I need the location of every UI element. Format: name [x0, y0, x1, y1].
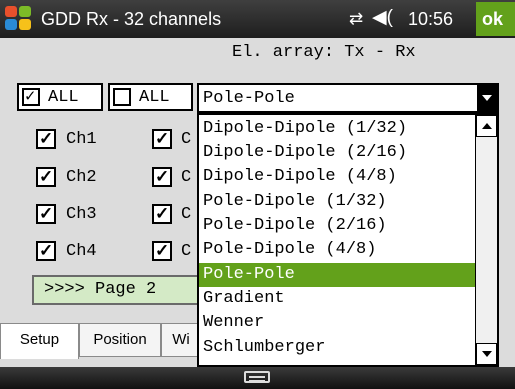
checkbox-unchecked-icon — [113, 88, 131, 106]
ch8-checkbox[interactable]: ✓ — [152, 241, 172, 261]
option-pole-dipole-4-8[interactable]: Pole-Dipole (4/8) — [199, 238, 475, 262]
option-dipole-dipole-2-16[interactable]: Dipole-Dipole (2/16) — [199, 141, 475, 165]
selected-array-value: Pole-Pole — [203, 89, 295, 108]
keyboard-icon[interactable] — [244, 371, 270, 383]
option-gradient[interactable]: Gradient — [199, 287, 475, 311]
option-wenner[interactable]: Wenner — [199, 311, 475, 335]
option-pole-dipole-1-32[interactable]: Pole-Dipole (1/32) — [199, 190, 475, 214]
tab-window[interactable]: Wi — [161, 323, 201, 357]
ch3-label: Ch3 — [66, 205, 97, 224]
ch3-checkbox[interactable]: ✓ — [36, 204, 56, 224]
speaker-icon[interactable]: ◀( — [372, 8, 393, 27]
ch2-label: Ch2 — [66, 168, 97, 187]
ch6-label: C — [181, 168, 192, 187]
ch1-checkbox[interactable]: ✓ — [36, 129, 56, 149]
connectivity-icon[interactable]: ⇄ — [349, 10, 363, 28]
check-all-button[interactable]: ✓ ALL — [17, 83, 103, 111]
tab-setup[interactable]: Setup — [0, 323, 79, 359]
app-title: GDD Rx - 32 channels — [41, 9, 222, 29]
ok-button[interactable]: ok — [476, 2, 515, 36]
scroll-down-icon[interactable] — [476, 343, 497, 365]
option-dipole-dipole-1-32[interactable]: Dipole-Dipole (1/32) — [199, 117, 475, 141]
ch7-label: C — [181, 205, 192, 224]
array-dropdown-list: Dipole-Dipole (1/32) Dipole-Dipole (2/16… — [197, 113, 499, 367]
ch8-label: C — [181, 242, 192, 261]
ch7-checkbox[interactable]: ✓ — [152, 204, 172, 224]
ch6-checkbox[interactable]: ✓ — [152, 167, 172, 187]
windows-start-icon[interactable] — [5, 6, 33, 32]
option-dipole-dipole-4-8[interactable]: Dipole-Dipole (4/8) — [199, 165, 475, 189]
ch4-label: Ch4 — [66, 242, 97, 261]
ch2-checkbox[interactable]: ✓ — [36, 167, 56, 187]
electrode-array-select[interactable]: Pole-Pole — [197, 83, 499, 113]
title-bar: GDD Rx - 32 channels ⇄ ◀( 10:56 ok — [0, 0, 515, 38]
ch5-label: C — [181, 130, 192, 149]
check-all-label: ALL — [48, 88, 79, 107]
array-label: El. array: Tx - Rx — [232, 43, 416, 62]
bottom-bar — [0, 367, 515, 389]
checkbox-checked-icon: ✓ — [22, 88, 40, 107]
option-schlumberger[interactable]: Schlumberger — [199, 336, 475, 360]
clock[interactable]: 10:56 — [408, 9, 453, 30]
page-2-button[interactable]: >>>> Page 2 — [32, 275, 217, 305]
ch1-label: Ch1 — [66, 130, 97, 149]
ch4-checkbox[interactable]: ✓ — [36, 241, 56, 261]
uncheck-all-label: ALL — [139, 88, 170, 107]
scroll-up-icon[interactable] — [476, 115, 497, 137]
dropdown-arrow-icon[interactable] — [477, 85, 497, 111]
ch5-checkbox[interactable]: ✓ — [152, 129, 172, 149]
option-pole-dipole-2-16[interactable]: Pole-Dipole (2/16) — [199, 214, 475, 238]
dropdown-scrollbar[interactable] — [475, 115, 497, 365]
option-pole-pole[interactable]: Pole-Pole — [199, 263, 475, 287]
uncheck-all-button[interactable]: ALL — [108, 83, 193, 111]
tab-position[interactable]: Position — [79, 323, 161, 357]
